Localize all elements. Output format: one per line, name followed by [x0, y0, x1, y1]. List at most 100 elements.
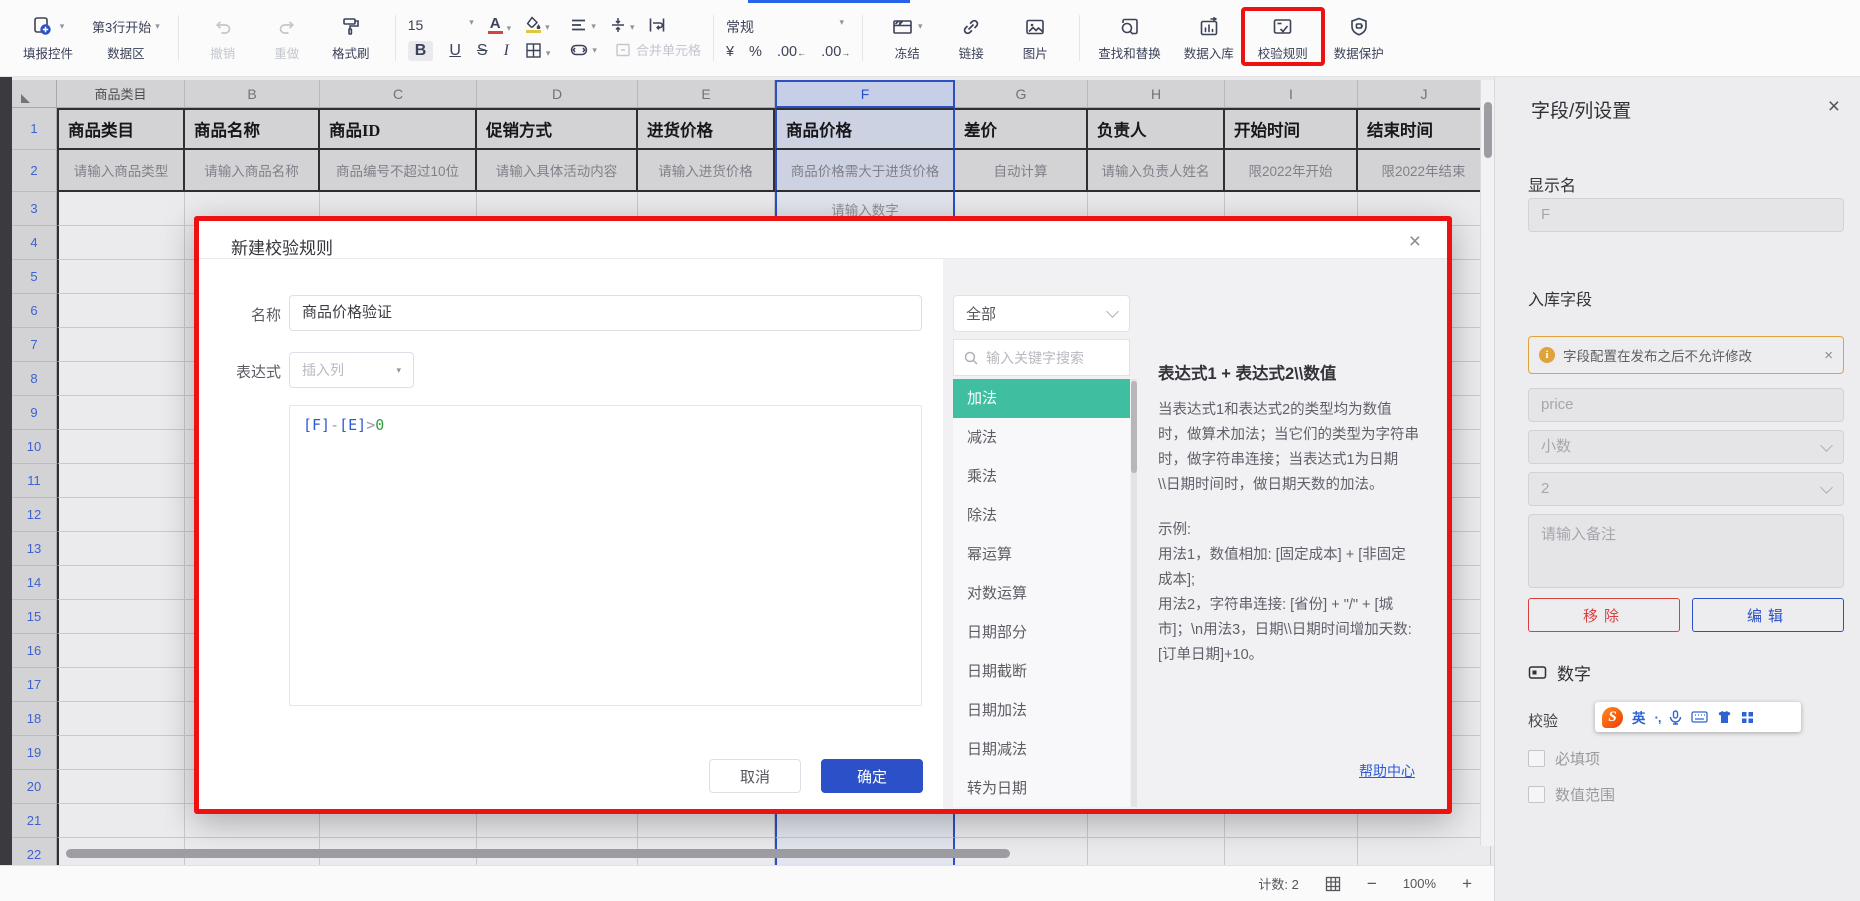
row-number-22[interactable]: 22	[12, 838, 57, 865]
vertical-scrollbar-thumb[interactable]	[1484, 102, 1492, 158]
field-name-input[interactable]: price	[1528, 388, 1844, 422]
column-header-I[interactable]: I	[1225, 80, 1358, 108]
percent-button[interactable]: %	[749, 44, 762, 60]
find-replace-button[interactable]: 查找和替换	[1092, 15, 1167, 62]
decrease-decimal-button[interactable]: .00←	[777, 44, 806, 60]
row-number-8[interactable]: 8	[12, 362, 57, 396]
cell-r2c2[interactable]: 商品编号不超过10位	[320, 150, 477, 192]
cell-r22c8[interactable]	[1225, 838, 1358, 865]
font-size-select[interactable]: 15 ▾	[408, 17, 474, 33]
function-item-除法[interactable]: 除法	[953, 496, 1130, 535]
dialog-close-icon[interactable]: ×	[1409, 231, 1421, 252]
toolbox-grid-icon[interactable]	[1741, 711, 1754, 724]
function-item-日期加法[interactable]: 日期加法	[953, 691, 1130, 730]
function-item-日期减法[interactable]: 日期减法	[953, 730, 1130, 769]
cell-r2c7[interactable]: 请输入负责人姓名	[1088, 150, 1225, 192]
cell-r2c6[interactable]: 自动计算	[955, 150, 1088, 192]
undo-button[interactable]: 撤销	[191, 15, 255, 62]
cell-r14c0[interactable]	[57, 566, 185, 600]
cell-r5c0[interactable]	[57, 260, 185, 294]
column-header-H[interactable]: H	[1088, 80, 1225, 108]
function-search-input[interactable]: 输入关键字搜索	[953, 339, 1130, 376]
confirm-button[interactable]: 确定	[821, 759, 923, 793]
warning-close-icon[interactable]: ×	[1824, 347, 1833, 364]
function-item-对数运算[interactable]: 对数运算	[953, 574, 1130, 613]
cell-r1c1[interactable]: 商品名称	[185, 108, 320, 150]
cell-r2c1[interactable]: 请输入商品名称	[185, 150, 320, 192]
cancel-button[interactable]: 取消	[709, 759, 801, 793]
cell-r15c0[interactable]	[57, 600, 185, 634]
grid-corner[interactable]	[12, 80, 57, 108]
zoom-level[interactable]: 100%	[1403, 876, 1436, 891]
function-item-日期截断[interactable]: 日期截断	[953, 652, 1130, 691]
data-protection-button[interactable]: 数据保护	[1327, 15, 1391, 62]
cell-r11c0[interactable]	[57, 464, 185, 498]
row-number-3[interactable]: 3	[12, 192, 57, 226]
column-header-D[interactable]: D	[477, 80, 638, 108]
indent-button[interactable]: ▾	[570, 44, 597, 56]
sogou-logo-icon[interactable]: S	[1602, 707, 1623, 728]
column-header-C[interactable]: C	[320, 80, 477, 108]
function-item-转为日期[interactable]: 转为日期	[953, 769, 1130, 807]
row-number-11[interactable]: 11	[12, 464, 57, 498]
help-center-link[interactable]: 帮助中心	[1359, 761, 1415, 781]
format-painter-button[interactable]: 格式刷	[319, 15, 383, 62]
row-number-19[interactable]: 19	[12, 736, 57, 770]
validation-rules-button[interactable]: 校验规则	[1251, 15, 1315, 62]
range-checkbox[interactable]	[1528, 786, 1545, 803]
image-button[interactable]: 图片	[1003, 15, 1067, 62]
bold-button[interactable]: B	[408, 41, 434, 61]
cell-r1c3[interactable]: 促销方式	[477, 108, 638, 150]
vertical-scrollbar[interactable]	[1480, 80, 1494, 846]
cell-r1c8[interactable]: 开始时间	[1225, 108, 1358, 150]
row-number-17[interactable]: 17	[12, 668, 57, 702]
redo-button[interactable]: 重做	[255, 15, 319, 62]
merge-cells-button[interactable]: 合并单元格	[615, 40, 701, 59]
function-item-乘法[interactable]: 乘法	[953, 457, 1130, 496]
cell-r1c7[interactable]: 负责人	[1088, 108, 1225, 150]
row-number-18[interactable]: 18	[12, 702, 57, 736]
row-number-12[interactable]: 12	[12, 498, 57, 532]
row-number-16[interactable]: 16	[12, 634, 57, 668]
cell-r1c9[interactable]: 结束时间	[1358, 108, 1491, 150]
ime-punctuation-toggle[interactable]: ·,	[1655, 710, 1661, 725]
function-item-日期部分[interactable]: 日期部分	[953, 613, 1130, 652]
remark-textarea[interactable]: 请输入备注	[1528, 514, 1844, 588]
column-header-F[interactable]: F	[775, 80, 955, 108]
microphone-icon[interactable]	[1669, 710, 1682, 725]
cell-r18c0[interactable]	[57, 702, 185, 736]
decimal-digits-select[interactable]: 2	[1528, 472, 1844, 506]
function-item-加法[interactable]: 加法	[953, 379, 1130, 418]
currency-button[interactable]: ¥	[726, 44, 734, 60]
fill-widget-button[interactable]: ▾ 填报控件	[16, 15, 80, 62]
cell-r4c0[interactable]	[57, 226, 185, 260]
horizontal-align-button[interactable]: ▾	[570, 18, 596, 32]
strikethrough-button[interactable]: S	[477, 42, 488, 60]
skin-shirt-icon[interactable]	[1717, 710, 1732, 724]
function-item-减法[interactable]: 减法	[953, 418, 1130, 457]
number-format-select[interactable]: 常规 ▾	[726, 17, 844, 37]
column-header-E[interactable]: E	[638, 80, 775, 108]
underline-button[interactable]: U	[449, 42, 461, 60]
cell-r21c0[interactable]	[57, 804, 185, 838]
rule-name-input[interactable]: 商品价格验证	[289, 295, 922, 331]
row-number-6[interactable]: 6	[12, 294, 57, 328]
panel-close-icon[interactable]: ×	[1828, 96, 1840, 117]
fill-color-button[interactable]: ▾	[525, 16, 550, 33]
ime-toolbar[interactable]: S 英 ·,	[1595, 702, 1801, 732]
row-number-10[interactable]: 10	[12, 430, 57, 464]
edit-button[interactable]: 编辑	[1692, 598, 1844, 632]
column-header-商品类目[interactable]: 商品类目	[57, 80, 185, 108]
cell-r1c6[interactable]: 差价	[955, 108, 1088, 150]
increase-decimal-button[interactable]: .00→	[821, 44, 850, 60]
borders-button[interactable]: ▾	[525, 42, 551, 59]
cell-r2c3[interactable]: 请输入具体活动内容	[477, 150, 638, 192]
cell-r2c8[interactable]: 限2022年开始	[1225, 150, 1358, 192]
cell-r6c0[interactable]	[57, 294, 185, 328]
row-number-2[interactable]: 2	[12, 150, 57, 192]
cell-r19c0[interactable]	[57, 736, 185, 770]
text-wrap-button[interactable]	[648, 17, 666, 33]
row-number-13[interactable]: 13	[12, 532, 57, 566]
cell-r7c0[interactable]	[57, 328, 185, 362]
list-scrollbar[interactable]	[1131, 379, 1137, 807]
